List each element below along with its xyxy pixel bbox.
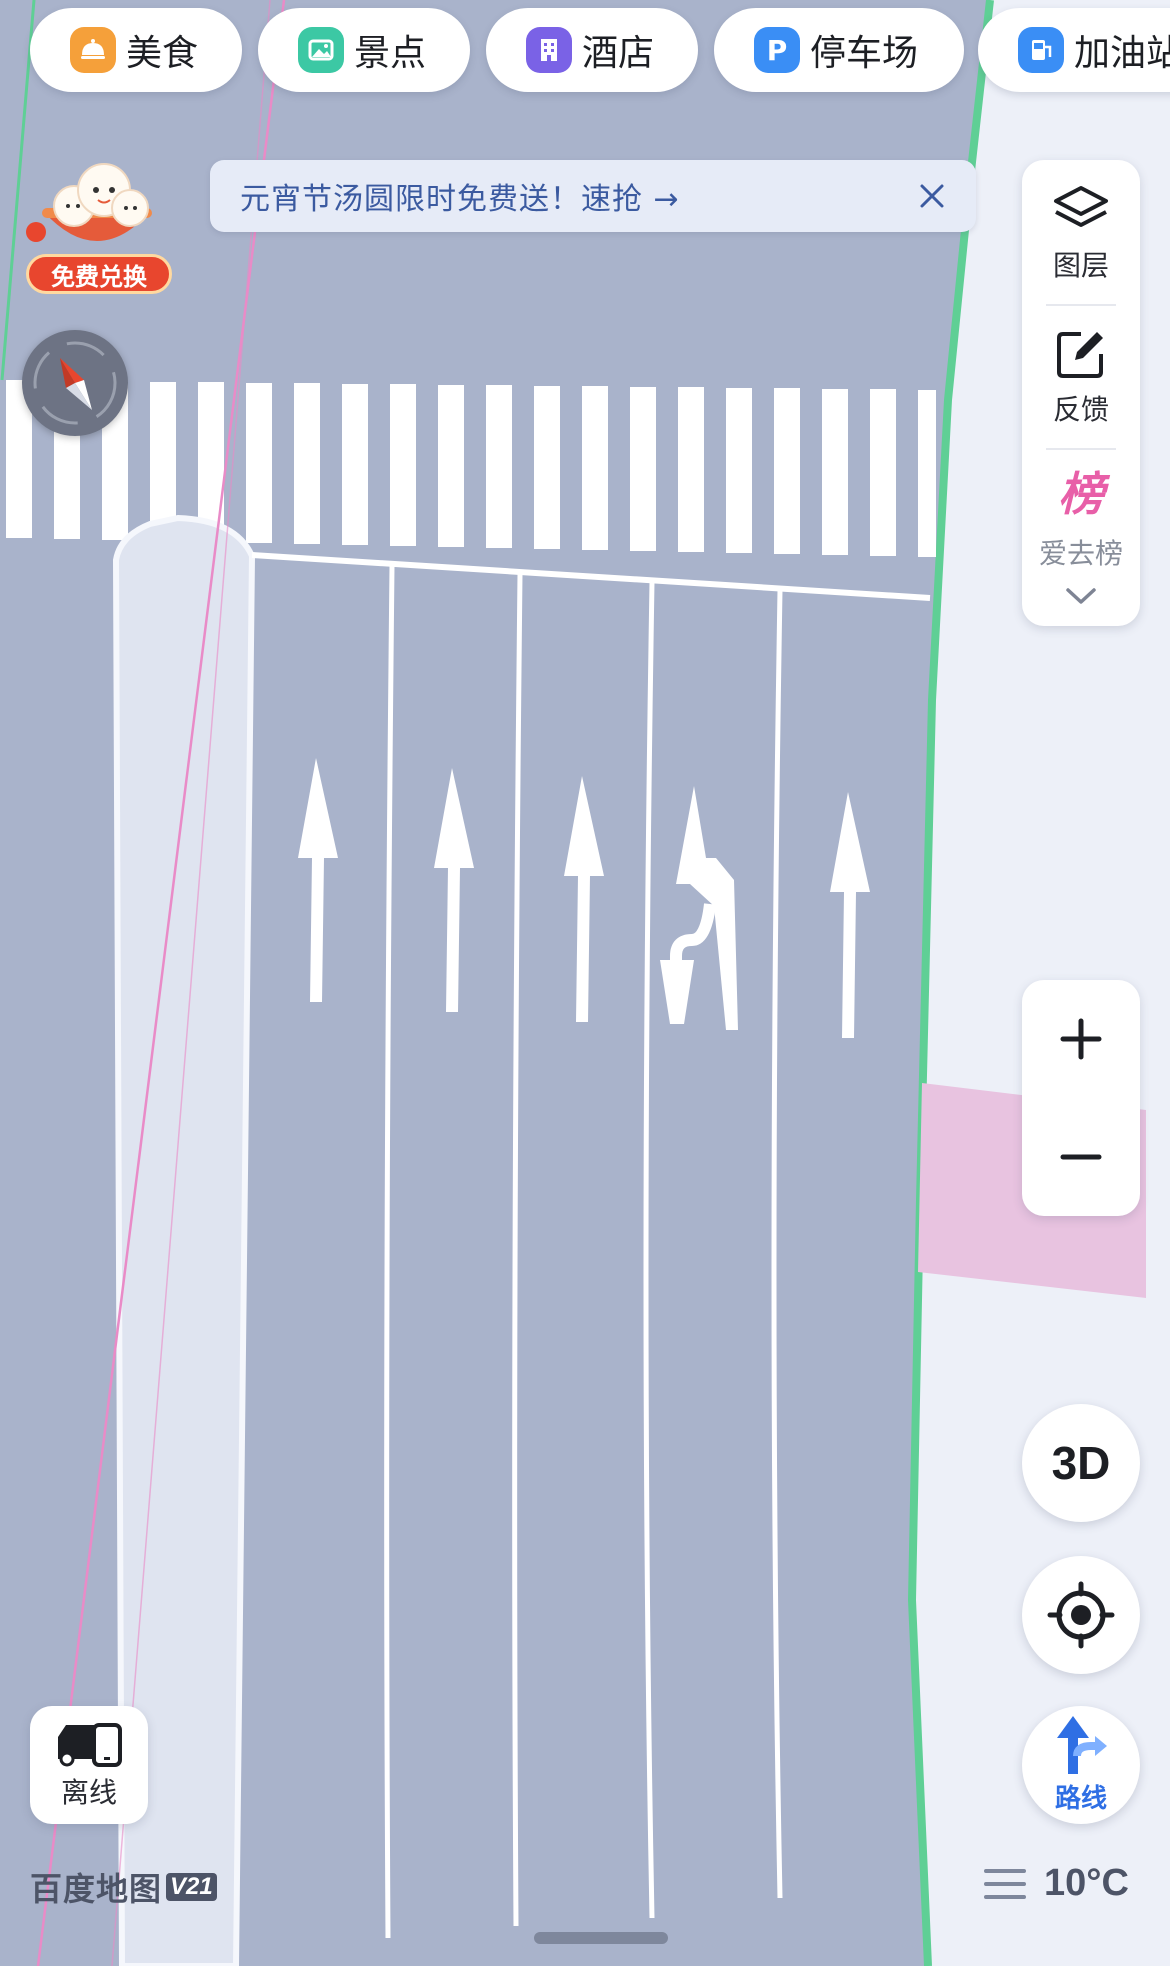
feedback-label: 反馈 (1052, 393, 1109, 426)
compass-icon (33, 341, 117, 425)
menu-lines-icon (984, 1868, 1026, 1899)
route-icon (1057, 1715, 1107, 1774)
category-gas-station-chip[interactable]: 加油站 (978, 8, 1170, 92)
category-parking-chip[interactable]: P 停车场 (714, 8, 964, 92)
category-food-label: 美食 (126, 33, 199, 74)
hot-list-icon: 榜 (1058, 467, 1104, 521)
hotel-icon (526, 27, 572, 73)
hot-list-button[interactable]: 榜 爱去榜 (1022, 450, 1140, 580)
offline-button[interactable]: 离线 (30, 1706, 148, 1824)
plus-icon (1060, 1018, 1102, 1060)
zoom-out-button[interactable] (1022, 1098, 1140, 1216)
gas-station-icon (1018, 27, 1064, 73)
chevron-down-icon[interactable] (1064, 586, 1098, 610)
promo-banner[interactable]: 元宵节汤圆限时免费送！速抢 → (210, 160, 976, 232)
promo-banner-text: 元宵节汤圆限时免费送！速抢 → (240, 182, 680, 217)
map-canvas[interactable] (0, 0, 1170, 1966)
layers-label: 图层 (1052, 249, 1109, 282)
zoom-in-button[interactable] (1022, 980, 1140, 1098)
3d-mode-label: 3D (1051, 1437, 1111, 1489)
close-icon[interactable] (910, 174, 954, 218)
3d-mode-button[interactable]: 3D (1022, 1404, 1140, 1522)
feedback-icon (1057, 332, 1103, 378)
category-hotel-chip[interactable]: 酒店 (486, 8, 698, 92)
compass-button[interactable] (22, 330, 128, 436)
feedback-button[interactable]: 反馈 (1022, 308, 1140, 448)
parking-icon: P (754, 27, 800, 73)
layers-icon (1054, 186, 1108, 227)
free-exchange-promo[interactable]: 免费兑换 (22, 150, 172, 300)
rice-ball-bowl-icon (26, 163, 152, 242)
category-food-chip[interactable]: 美食 (30, 8, 242, 92)
food-icon (70, 27, 116, 73)
weather-widget[interactable]: 10°C (984, 1862, 1129, 1905)
home-indicator[interactable] (534, 1932, 668, 1944)
zoom-control (1022, 980, 1140, 1216)
route-button[interactable]: 路线 (1022, 1706, 1140, 1824)
scenery-icon (298, 27, 344, 73)
locate-button[interactable] (1022, 1556, 1140, 1674)
brand-logo: 百度地图 V21 (30, 1864, 217, 1910)
minus-icon (1060, 1154, 1102, 1160)
category-hotel-label: 酒店 (582, 33, 655, 74)
category-bar: 美食 景点 酒店 P 停车场 加油站 (0, 8, 1170, 94)
category-scenery-label: 景点 (354, 33, 427, 74)
category-gas-station-label: 加油站 (1074, 33, 1170, 74)
temperature: 10°C (1044, 1862, 1129, 1904)
free-exchange-label: 免费兑换 (26, 254, 172, 294)
brand-name: 百度地图 (30, 1870, 163, 1908)
map-tools-panel: 图层 反馈 榜 爱去榜 (1022, 160, 1140, 626)
route-label: 路线 (1054, 1783, 1107, 1814)
offline-label: 离线 (60, 1776, 117, 1809)
offline-map-icon (58, 1723, 122, 1767)
category-parking-label: 停车场 (810, 33, 919, 74)
layers-button[interactable]: 图层 (1022, 164, 1140, 304)
locate-icon (1047, 1581, 1115, 1649)
category-scenery-chip[interactable]: 景点 (258, 8, 470, 92)
hot-list-label: 爱去榜 (1038, 537, 1123, 570)
brand-version: V21 (166, 1873, 217, 1901)
